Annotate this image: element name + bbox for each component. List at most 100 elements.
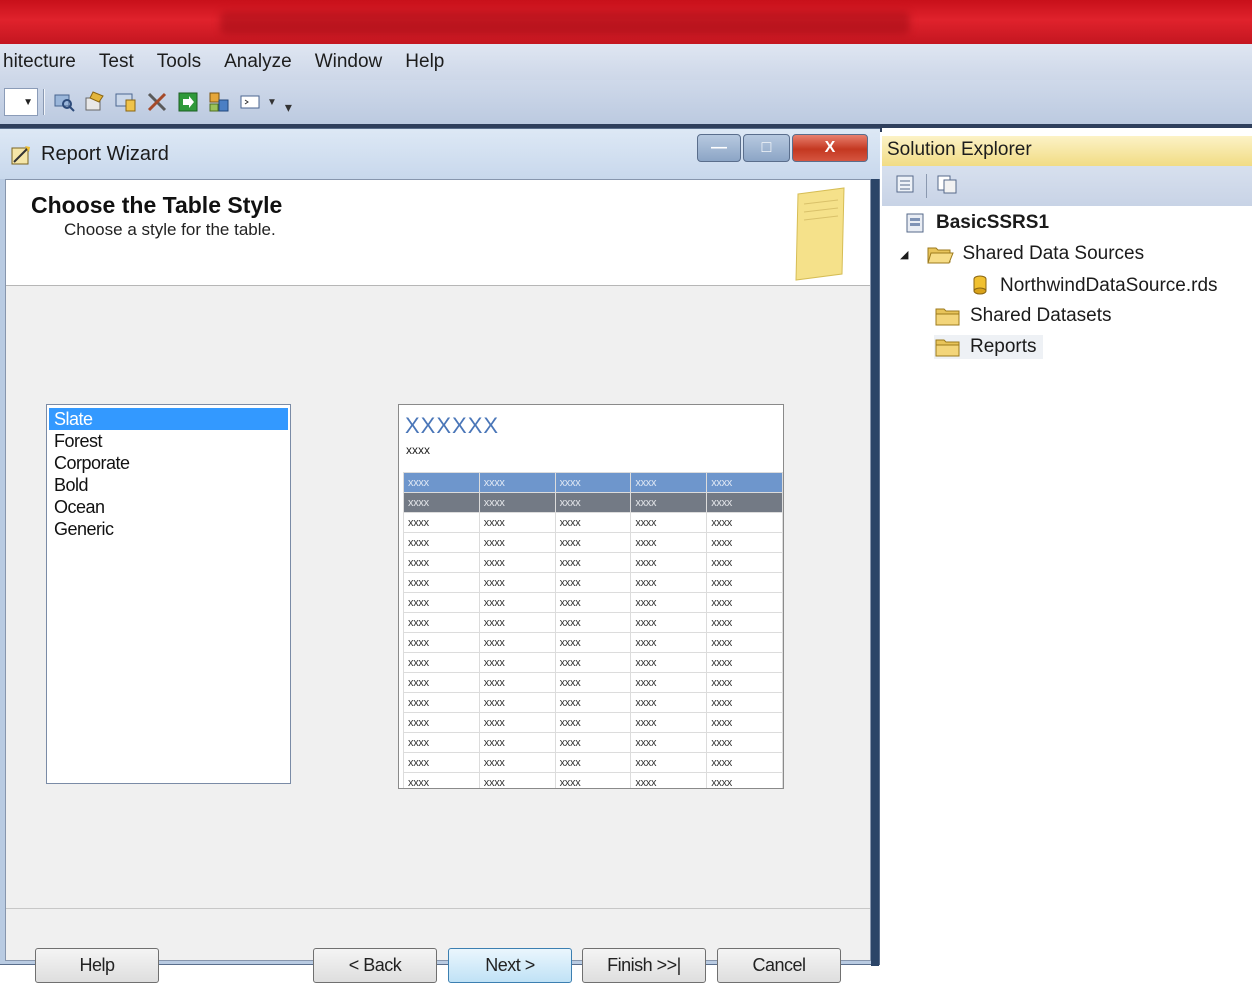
help-button[interactable]: Help <box>35 948 159 983</box>
preview-cell: xxxx <box>630 472 708 493</box>
minimize-icon: — <box>711 139 727 156</box>
finish-button[interactable]: Finish >>| <box>582 948 706 983</box>
table-style-art-icon <box>795 187 845 281</box>
preview-cell: xxxx <box>403 552 480 573</box>
tree-node-shared-data-sources[interactable]: ◢ Shared Data Sources <box>900 242 1144 266</box>
minimize-button[interactable]: — <box>697 134 741 162</box>
find-icon[interactable] <box>50 88 78 116</box>
style-option-slate[interactable]: Slate <box>49 408 288 430</box>
server-icon[interactable] <box>112 88 140 116</box>
preview-cell: xxxx <box>630 492 708 513</box>
preview-row: xxxx xxxx xxxx xxxx xxxx <box>403 712 783 733</box>
style-option-generic[interactable]: Generic <box>49 518 288 540</box>
preview-cell: xxxx <box>630 652 708 673</box>
preview-table: xxxx xxxx xxxx xxxx xxxx xxxx xxxx xxxx xxxx xxxx… <box>403 472 783 788</box>
preview-cell: xxxx <box>630 572 708 593</box>
preview-row: xxxx xxxx xxxx xxxx xxxx <box>403 472 783 493</box>
tools-icon[interactable] <box>143 88 171 116</box>
menu-tools[interactable]: Tools <box>157 51 201 73</box>
style-option-forest[interactable]: Forest <box>49 430 288 452</box>
preview-cell: xxxx <box>554 632 632 653</box>
preview-cell: xxxx <box>630 692 708 713</box>
layout-icon[interactable] <box>205 88 233 116</box>
next-button[interactable]: Next > <box>448 948 572 983</box>
preview-cell: xxxx <box>554 672 632 693</box>
preview-cell: xxxx <box>630 552 708 573</box>
preview-cell: xxxx <box>554 592 632 613</box>
preview-cell: xxxx <box>554 512 632 533</box>
toolbar-dropdown[interactable]: ▼ <box>4 88 38 116</box>
import-icon[interactable] <box>174 88 202 116</box>
menu-analyze[interactable]: Analyze <box>224 51 292 73</box>
properties-icon[interactable] <box>81 88 109 116</box>
footer-divider <box>6 908 870 909</box>
dialog-title: Report Wizard <box>41 143 169 165</box>
preview-cell: xxxx <box>403 672 480 693</box>
preview-cell: xxxx <box>706 492 783 513</box>
menu-help[interactable]: Help <box>405 51 444 73</box>
toolbar-separator <box>926 174 927 198</box>
menu-architecture[interactable]: hitecture <box>3 51 76 73</box>
preview-row: xxxx xxxx xxxx xxxx xxxx <box>403 532 783 553</box>
preview-cell: xxxx <box>554 732 632 753</box>
preview-subtitle: xxxx <box>406 443 430 457</box>
overflow-icon[interactable]: ▾ <box>285 99 292 116</box>
dialog-body: Choose the Table Style Choose a style fo… <box>5 179 871 983</box>
preview-cell: xxxx <box>706 772 783 788</box>
preview-cell: xxxx <box>630 732 708 753</box>
style-option-bold[interactable]: Bold <box>49 474 288 496</box>
menu-window[interactable]: Window <box>315 51 383 73</box>
tree-label: NorthwindDataSource.rds <box>1000 275 1218 296</box>
preview-cell: xxxx <box>478 612 556 633</box>
window-icon[interactable] <box>236 88 264 116</box>
datasource-icon <box>973 275 987 295</box>
preview-row: xxxx xxxx xxxx xxxx xxxx <box>403 652 783 673</box>
preview-cell: xxxx <box>630 532 708 553</box>
preview-row: xxxx xxxx xxxx xxxx xxxx <box>403 552 783 573</box>
menu-test[interactable]: Test <box>99 51 134 73</box>
menu-bar: hitecture Test Tools Analyze Window Help <box>0 44 1252 80</box>
show-all-files-icon[interactable] <box>894 173 918 200</box>
style-listbox[interactable]: Slate Forest Corporate Bold Ocean Generi… <box>46 404 291 784</box>
preview-cell: xxxx <box>478 732 556 753</box>
preview-cell: xxxx <box>478 492 556 513</box>
close-button[interactable]: X <box>792 134 868 162</box>
chevron-down-icon[interactable]: ▼ <box>267 97 277 108</box>
tree-label: Reports <box>970 336 1037 357</box>
preview-cell: xxxx <box>706 632 783 653</box>
preview-cell: xxxx <box>478 692 556 713</box>
preview-row: xxxx xxxx xxxx xxxx xxxx <box>403 732 783 753</box>
preview-row: xxxx xxxx xxxx xxxx xxxx <box>403 632 783 653</box>
expand-arrow-icon[interactable]: ◢ <box>900 248 908 261</box>
project-icon <box>906 213 924 233</box>
preview-cell: xxxx <box>554 472 632 493</box>
preview-cell: xxxx <box>706 732 783 753</box>
project-name: BasicSSRS1 <box>936 212 1050 233</box>
preview-cell: xxxx <box>554 692 632 713</box>
preview-cell: xxxx <box>706 572 783 593</box>
solution-explorer: Solution Explorer BasicSSRS1 ◢ Shared Da… <box>882 128 1252 965</box>
tree-node-data-source-file[interactable]: NorthwindDataSource.rds <box>968 273 1218 299</box>
solution-explorer-title[interactable]: Solution Explorer <box>882 136 1252 166</box>
properties-icon[interactable] <box>935 173 959 200</box>
tree-node-project[interactable]: BasicSSRS1 <box>904 211 1049 235</box>
style-option-corporate[interactable]: Corporate <box>49 452 288 474</box>
preview-row: xxxx xxxx xxxx xxxx xxxx <box>403 672 783 693</box>
style-option-ocean[interactable]: Ocean <box>49 496 288 518</box>
preview-cell: xxxx <box>630 672 708 693</box>
preview-cell: xxxx <box>478 672 556 693</box>
preview-cell: xxxx <box>630 632 708 653</box>
dialog-title-bar[interactable]: Report Wizard — □ X <box>0 129 880 179</box>
tree-node-reports[interactable]: Reports <box>934 335 1043 359</box>
tree-node-shared-datasets[interactable]: Shared Datasets <box>934 304 1112 328</box>
background-scrollbar <box>871 179 879 966</box>
maximize-button[interactable]: □ <box>743 134 790 162</box>
page-title: Choose the Table Style <box>31 192 283 218</box>
preview-cell: xxxx <box>706 552 783 573</box>
cancel-button[interactable]: Cancel <box>717 948 841 983</box>
preview-cell: xxxx <box>554 532 632 553</box>
wizard-icon <box>10 144 32 166</box>
preview-cell: xxxx <box>554 652 632 673</box>
back-button[interactable]: < Back <box>313 948 437 983</box>
toolbar-separator <box>43 89 45 115</box>
